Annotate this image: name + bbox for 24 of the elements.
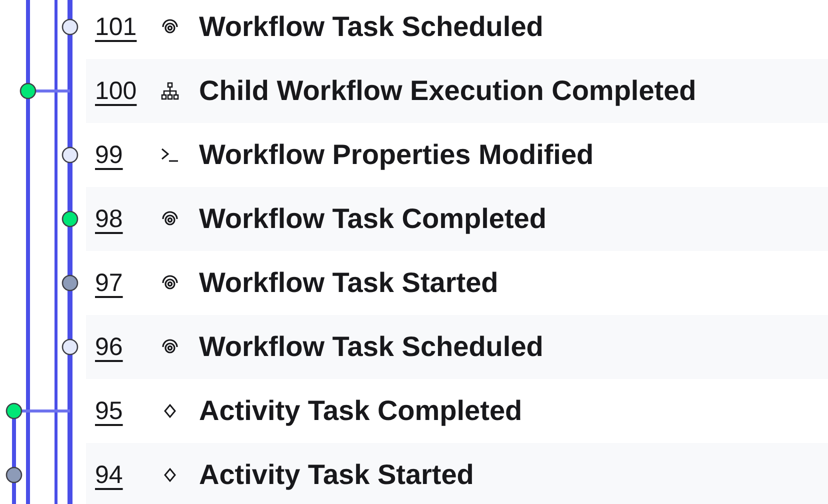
swirl-icon bbox=[161, 210, 179, 228]
hierarchy-icon bbox=[161, 82, 179, 100]
event-id-link[interactable]: 98 bbox=[95, 204, 151, 234]
swirl-icon bbox=[161, 338, 179, 356]
event-title: Workflow Task Completed bbox=[199, 203, 546, 235]
swirl-icon bbox=[161, 18, 179, 36]
event-id-link[interactable]: 99 bbox=[95, 140, 151, 170]
event-id-link[interactable]: 96 bbox=[95, 332, 151, 362]
event-id-link[interactable]: 100 bbox=[95, 76, 151, 106]
event-id-link[interactable]: 94 bbox=[95, 460, 151, 490]
diamond-icon bbox=[161, 466, 179, 484]
event-id-link[interactable]: 101 bbox=[95, 12, 151, 42]
event-title: Activity Task Started bbox=[199, 459, 474, 491]
event-title: Workflow Task Scheduled bbox=[199, 11, 544, 43]
event-title: Workflow Task Scheduled bbox=[199, 331, 544, 363]
event-id-link[interactable]: 95 bbox=[95, 396, 151, 426]
event-title: Child Workflow Execution Completed bbox=[199, 75, 696, 107]
event-title: Activity Task Completed bbox=[199, 395, 522, 427]
event-id-link[interactable]: 97 bbox=[95, 268, 151, 298]
terminal-icon bbox=[161, 146, 179, 164]
event-title: Workflow Task Started bbox=[199, 267, 498, 299]
swirl-icon bbox=[161, 274, 179, 292]
diamond-icon bbox=[161, 402, 179, 420]
event-title: Workflow Properties Modified bbox=[199, 139, 594, 171]
